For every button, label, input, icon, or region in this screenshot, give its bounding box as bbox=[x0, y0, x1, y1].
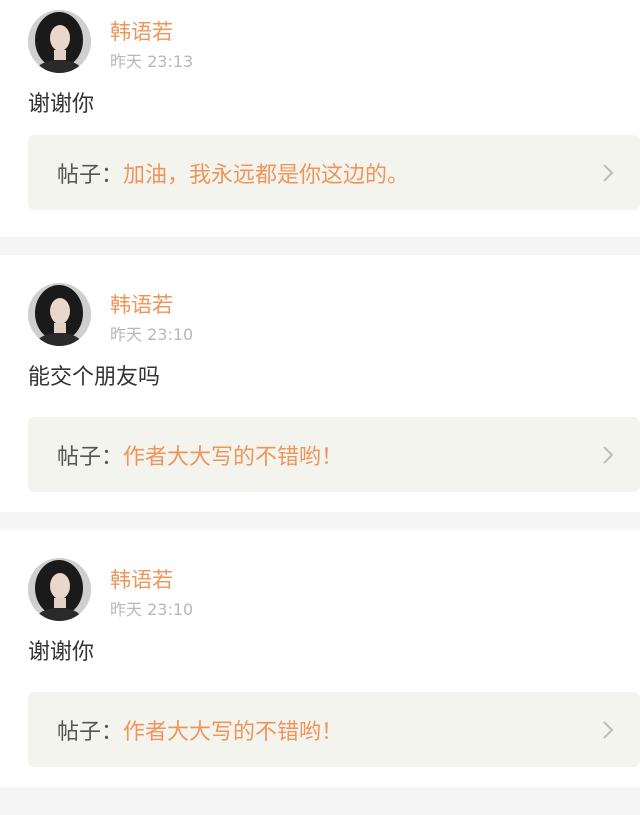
chevron-right-icon bbox=[603, 720, 614, 739]
author-name[interactable]: 韩语若 bbox=[110, 289, 173, 319]
comment-card: 韩语若 昨天 23:13 谢谢你 帖子： 加油，我永远都是你这边的。 bbox=[0, 0, 640, 237]
divider bbox=[0, 237, 640, 255]
avatar-image bbox=[28, 558, 91, 621]
avatar[interactable] bbox=[28, 10, 91, 73]
comment-card: 韩语若 昨天 23:10 能交个朋友吗 帖子： 作者大大写的不错哟！ bbox=[0, 255, 640, 512]
divider bbox=[0, 512, 640, 530]
post-link[interactable]: 帖子： 作者大大写的不错哟！ bbox=[28, 692, 640, 767]
author-name[interactable]: 韩语若 bbox=[110, 16, 173, 46]
post-prefix: 帖子： bbox=[57, 444, 124, 470]
avatar-image bbox=[28, 283, 91, 346]
comment-time: 昨天 23:10 bbox=[110, 325, 194, 344]
comment-message: 谢谢你 bbox=[28, 640, 95, 665]
avatar[interactable] bbox=[28, 283, 91, 346]
comment-time: 昨天 23:10 bbox=[110, 600, 194, 619]
post-prefix: 帖子： bbox=[57, 719, 124, 745]
comment-time: 昨天 23:13 bbox=[110, 52, 194, 71]
post-link[interactable]: 帖子： 加油，我永远都是你这边的。 bbox=[28, 135, 640, 210]
post-prefix: 帖子： bbox=[57, 162, 124, 188]
comment-feed: 韩语若 昨天 23:13 谢谢你 帖子： 加油，我永远都是你这边的。 韩语若 昨… bbox=[0, 0, 640, 805]
chevron-right-icon bbox=[603, 163, 614, 182]
author-name[interactable]: 韩语若 bbox=[110, 564, 173, 594]
avatar-image bbox=[28, 10, 91, 73]
post-title: 作者大大写的不错哟！ bbox=[123, 719, 344, 745]
comment-message: 谢谢你 bbox=[28, 92, 95, 117]
comment-card: 韩语若 昨天 23:10 谢谢你 帖子： 作者大大写的不错哟！ bbox=[0, 530, 640, 787]
avatar[interactable] bbox=[28, 558, 91, 621]
post-title: 作者大大写的不错哟！ bbox=[123, 444, 344, 470]
post-title: 加油，我永远都是你这边的。 bbox=[123, 162, 410, 188]
comment-message: 能交个朋友吗 bbox=[28, 365, 161, 390]
divider bbox=[0, 787, 640, 805]
chevron-right-icon bbox=[603, 445, 614, 464]
post-link[interactable]: 帖子： 作者大大写的不错哟！ bbox=[28, 417, 640, 492]
